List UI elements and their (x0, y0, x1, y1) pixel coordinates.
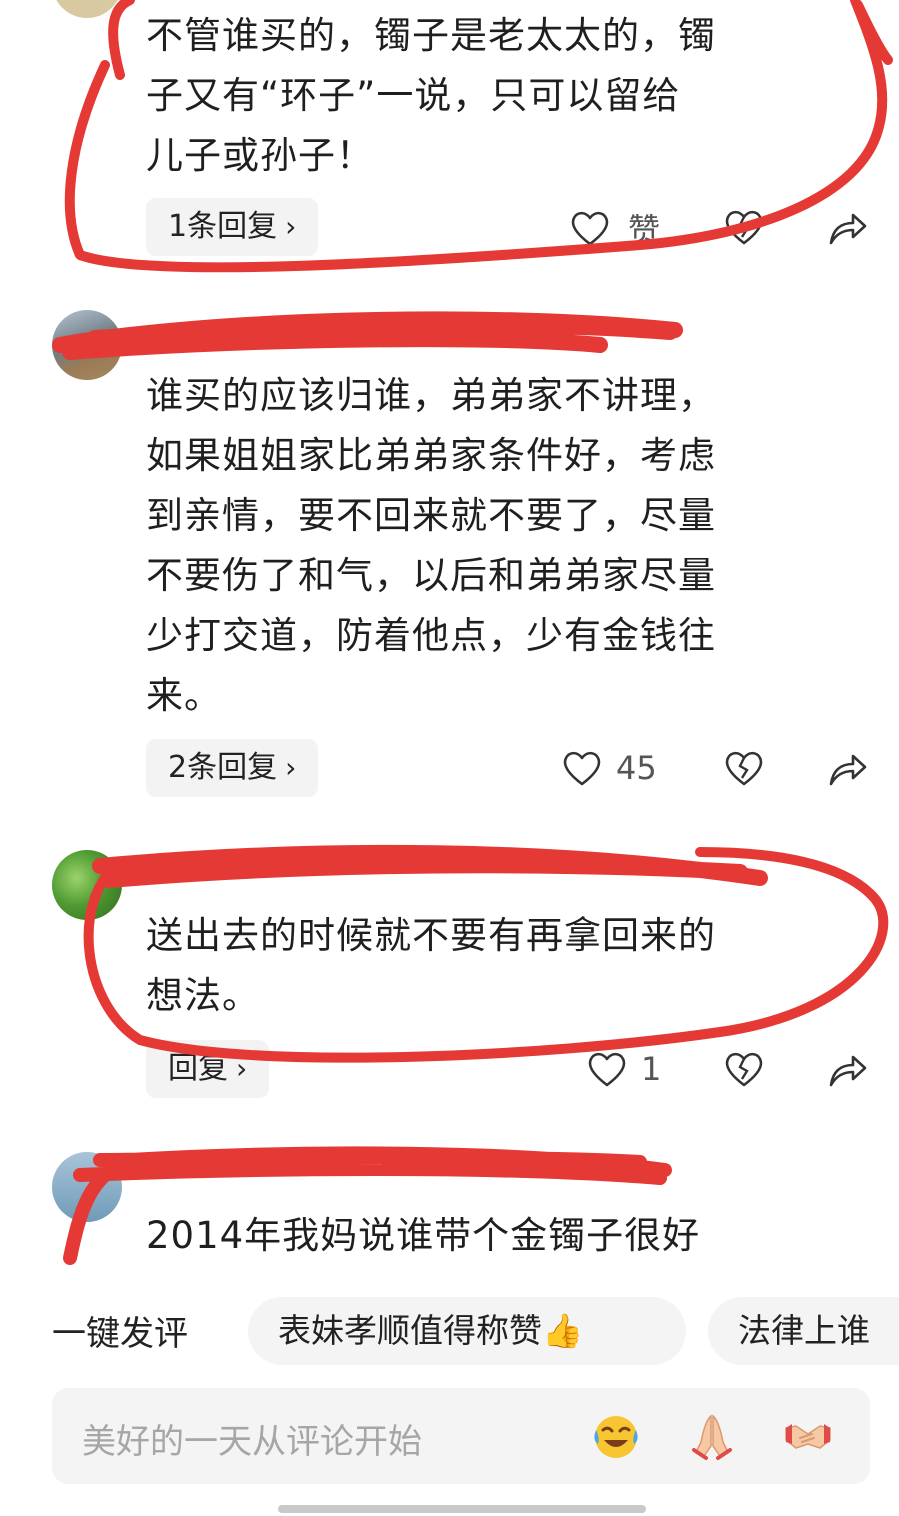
chevron-right-icon: › (285, 751, 297, 784)
comment-text: 谁买的应该归谁，弟弟家不讲理， 如果姐姐家比弟弟家条件好，考虑 到亲情，要不回来… (146, 374, 716, 717)
like-count: 45 (616, 749, 657, 787)
like-button[interactable]: 1 (585, 1047, 661, 1091)
username-redacted (146, 322, 626, 342)
reply-count-label: 2条回复 (168, 750, 278, 785)
like-button[interactable]: 45 (560, 746, 657, 790)
heart-icon (588, 1052, 626, 1087)
handshake-emoji-icon[interactable] (782, 1410, 834, 1462)
share-arrow-icon[interactable] (825, 205, 869, 249)
dislike-broken-heart-icon[interactable] (722, 746, 766, 790)
reply-count-button[interactable]: 2条回复 › (146, 739, 319, 797)
reply-count-label: 1条回复 (168, 209, 278, 244)
laughing-crying-emoji-icon[interactable] (590, 1410, 642, 1462)
comment-text: 送出去的时候就不要有再拿回来的 想法。 (146, 914, 716, 1017)
comment-text: 2014年我妈说谁带个金镯子很好 (146, 1214, 701, 1257)
reply-count-button[interactable]: 1条回复 › (146, 198, 319, 256)
username-redacted (146, 862, 626, 882)
dislike-broken-heart-icon[interactable] (722, 1047, 766, 1091)
comment-text: 不管谁买的，镯子是老太太的，镯 子又有“环子”一说，只可以留给 儿子或孙子！ (146, 14, 716, 177)
praying-hands-emoji-icon[interactable] (686, 1410, 738, 1462)
reply-label: 回复 (168, 1051, 228, 1086)
username-redacted (146, 1162, 626, 1182)
like-count: 赞 (628, 211, 661, 249)
like-count: 1 (641, 1050, 662, 1088)
comment-input[interactable]: 美好的一天从评论开始 (52, 1388, 870, 1484)
avatar[interactable] (52, 850, 122, 920)
avatar[interactable] (52, 1152, 122, 1222)
like-button[interactable]: 赞 (568, 205, 660, 251)
quick-comment-label: 一键发评 (52, 1314, 188, 1354)
share-arrow-icon[interactable] (825, 746, 869, 790)
quick-comment-chip[interactable]: 表妹孝顺值得称赞👍 (248, 1297, 686, 1365)
heart-icon (563, 751, 601, 786)
avatar[interactable] (52, 310, 122, 380)
dislike-broken-heart-icon[interactable] (722, 205, 766, 249)
quick-comment-chip[interactable]: 法律上谁 (708, 1297, 899, 1365)
heart-icon (571, 211, 609, 246)
reply-button[interactable]: 回复 › (146, 1040, 270, 1098)
share-arrow-icon[interactable] (825, 1047, 869, 1091)
chevron-right-icon: › (285, 210, 297, 243)
quick-comment-bar: 一键发评 表妹孝顺值得称赞👍 法律上谁 (0, 1292, 899, 1372)
comment-input-placeholder: 美好的一天从评论开始 (82, 1422, 422, 1462)
avatar[interactable] (52, 0, 122, 18)
chevron-right-icon: › (236, 1052, 248, 1085)
home-indicator[interactable] (278, 1505, 646, 1513)
